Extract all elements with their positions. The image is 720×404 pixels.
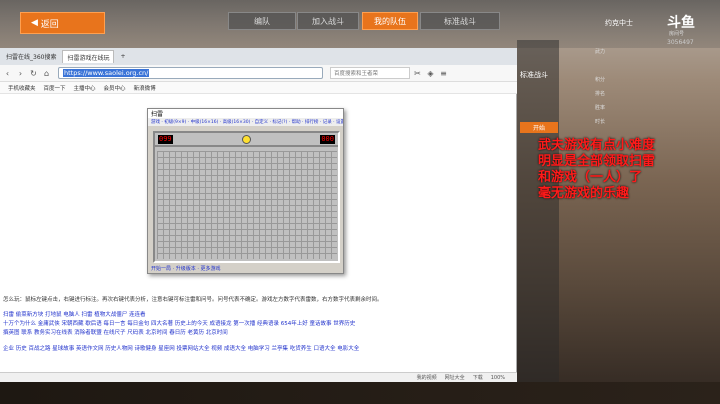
tab-team[interactable]: 编队 [228, 12, 296, 30]
instructions-text: 怎么玩：鼠标左键点击，右键进行标注。再次右键代表分析，注意右键可标注雷和问号。问… [3, 297, 383, 303]
extension-icon[interactable]: ✂ [412, 68, 423, 79]
link-row[interactable]: 扫雷 偷菜新方块 打地鼠 电脑人 扫雷 植物大战僵尸 连连看 [3, 310, 513, 318]
back-button[interactable]: ◀ 返回 [20, 12, 105, 34]
smiley-face-icon[interactable] [242, 134, 251, 144]
panel-left-stripe [517, 40, 559, 404]
refresh-icon[interactable]: ↻ [28, 68, 39, 79]
stat-1: 武力 [595, 49, 606, 55]
back-icon: ◀ [31, 18, 38, 28]
back-label: 返回 [40, 19, 59, 30]
timer: 000 [320, 134, 335, 144]
player-name: 约克中士 [605, 19, 633, 27]
address-bar[interactable]: https://www.saolei.org.cn/ [58, 67, 323, 79]
minesweeper-title: 扫雷 [148, 109, 343, 118]
mode-title: 标准战斗 [520, 71, 548, 79]
stat-3: 排名 [595, 91, 606, 97]
stat-5: 时长 [595, 119, 606, 125]
overlay-line-1: 武夫游戏有点小难度 [538, 138, 656, 153]
room-number: 3056497 [667, 39, 694, 46]
status-item[interactable]: 100% [491, 375, 505, 381]
start-button[interactable]: 开始 [520, 122, 558, 133]
bookmark-item[interactable]: 百度一下 [44, 84, 66, 92]
bookmarks-bar: 手机收藏夹 百度一下 主播中心 会员中心 新浪微博 [0, 82, 517, 94]
bookmark-item[interactable]: 新浪微博 [134, 84, 156, 92]
nav-bar: ‹ › ↻ ⌂ https://www.saolei.org.cn/ 百度搜索和… [0, 65, 517, 82]
overlay-line-3: 和游戏（一人）了 [538, 170, 643, 185]
stat-4: 胜率 [595, 105, 606, 111]
menu-icon[interactable]: ≡ [438, 68, 449, 79]
puzzle-icon[interactable]: ◈ [425, 68, 436, 79]
browser-tab-minesweeper[interactable]: 扫雷游戏在线玩 [62, 50, 115, 63]
status-bar: 我的视频 网址大全 下载 100% [0, 372, 517, 382]
back-arrow-icon[interactable]: ‹ [2, 68, 13, 79]
forward-arrow-icon[interactable]: › [15, 68, 26, 79]
stat-2: 积分 [595, 77, 606, 83]
browser-tab-search[interactable]: 扫雷在线_360搜索 [2, 50, 60, 63]
browser-window: 扫雷在线_360搜索 扫雷游戏在线玩 + ‹ › ↻ ⌂ https://www… [0, 48, 517, 382]
mine-grid[interactable] [157, 151, 337, 259]
platform-logo: 斗鱼 [667, 15, 695, 31]
link-row[interactable]: 撰英图 联系 教务实习在线表 消除者联盟 在线尺子 尺码表 北京时间 春日历 老… [3, 328, 513, 336]
minesweeper-menu[interactable]: 游戏 · 初级(9×9) · 中级(16×16) · 高级(16×30) · 自… [148, 118, 343, 126]
minesweeper-board-frame: 099 000 [153, 131, 340, 263]
status-item[interactable]: 下载 [473, 374, 483, 381]
right-game-panel: 约克中士 斗鱼 房间号 3056497 标准战斗 开始 武力 积分 排名 胜率 … [517, 15, 720, 404]
overlay-line-2: 明显是全部领取扫雷 [538, 154, 656, 169]
bookmark-item[interactable]: 手机收藏夹 [8, 84, 36, 92]
tab-my-team[interactable]: 我的队伍 [362, 12, 418, 30]
overlay-line-4: 毫无游戏的乐趣 [538, 186, 630, 201]
new-tab-icon[interactable]: + [116, 50, 129, 63]
tab-strip: 扫雷在线_360搜索 扫雷游戏在线玩 + [0, 48, 517, 65]
counter-bar: 099 000 [155, 133, 338, 147]
home-icon[interactable]: ⌂ [41, 68, 52, 79]
room-label: 房间号 [669, 31, 685, 37]
link-row[interactable]: 企业 历史 百战之路 星球故事 英语作文网 历史人物网 诗歌健身 星座网 投票网… [3, 344, 513, 352]
bookmark-item[interactable]: 主播中心 [74, 84, 96, 92]
search-input[interactable]: 百度搜索和王者荣 [330, 67, 410, 79]
bottom-strip [0, 382, 720, 404]
url-text: https://www.saolei.org.cn/ [63, 69, 150, 77]
tab-standard-battle[interactable]: 标准战斗 [420, 12, 500, 30]
bookmark-item[interactable]: 会员中心 [104, 84, 126, 92]
mines-counter: 099 [158, 134, 173, 144]
minesweeper-window: 扫雷 游戏 · 初级(9×9) · 中级(16×16) · 高级(16×30) … [147, 108, 344, 274]
tab-join-battle[interactable]: 加入战斗 [297, 12, 359, 30]
link-row[interactable]: 十万个为什么 金庸武侠 宋朝西藏 歇后语 每日一言 每日金句 四大名著 历史上的… [3, 319, 513, 327]
status-item[interactable]: 网址大全 [445, 374, 465, 381]
minesweeper-footer[interactable]: 开始一局 · 升级版本 · 更多游戏 [151, 265, 221, 272]
status-item[interactable]: 我的视频 [417, 374, 437, 381]
